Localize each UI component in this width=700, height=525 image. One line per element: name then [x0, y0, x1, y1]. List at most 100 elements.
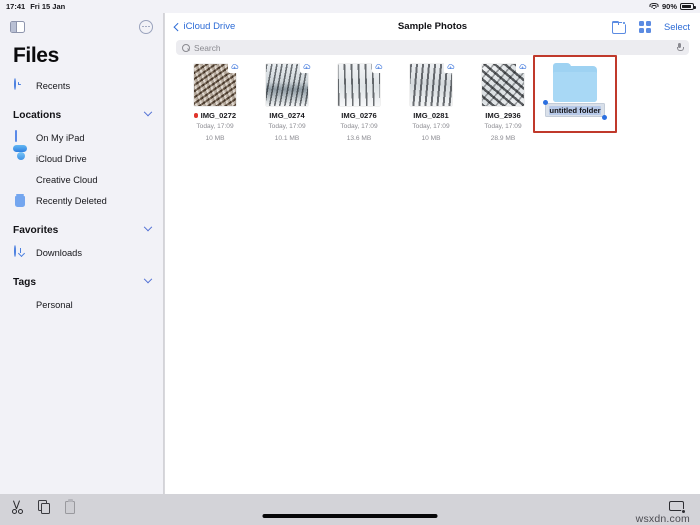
file-name-row: IMG_0272 — [179, 111, 251, 120]
page-title: Files — [13, 44, 59, 67]
chevron-down-icon[interactable] — [143, 274, 153, 284]
file-thumbnail — [266, 61, 312, 106]
more-options-icon[interactable] — [139, 19, 153, 34]
file-item[interactable]: IMG_0276 Today, 17:09 13.6 MB — [323, 61, 395, 143]
status-bar: 17:41 Fri 15 Jan 90% — [0, 0, 700, 13]
file-date: Today, 17:09 — [268, 123, 306, 130]
cut-icon[interactable] — [10, 500, 24, 514]
navigation-actions: Select — [611, 20, 690, 34]
sidebar-item-on-my-ipad[interactable]: On My iPad — [10, 127, 153, 148]
copy-icon[interactable] — [38, 500, 51, 514]
search-input[interactable]: Search — [176, 40, 689, 55]
battery-icon — [680, 3, 696, 10]
back-button-label: iCloud Drive — [183, 21, 236, 32]
chevron-down-icon[interactable] — [143, 107, 153, 117]
keyboard-dismiss-icon[interactable] — [669, 501, 686, 514]
icloud-download-icon — [300, 61, 312, 73]
creative-cloud-icon — [13, 173, 27, 187]
file-name-row: IMG_0274 — [251, 111, 323, 120]
sidebar: Files Recents Locations On My iPad iClou… — [0, 13, 164, 494]
ipad-screen: 17:41 Fri 15 Jan 90% Files Recents Locat… — [0, 0, 700, 525]
sidebar-item-personal-tag[interactable]: Personal — [10, 294, 153, 315]
bottom-toolbar: wsxdn.com — [0, 494, 700, 525]
microphone-icon[interactable] — [676, 42, 685, 53]
home-indicator[interactable] — [262, 514, 438, 518]
paste-icon — [65, 499, 76, 514]
sidebar-toggle-icon[interactable] — [10, 20, 25, 33]
file-size: 13.6 MB — [346, 134, 372, 142]
sidebar-item-label: On My iPad — [36, 132, 85, 143]
wifi-icon — [649, 3, 659, 10]
search-placeholder: Search — [194, 42, 221, 53]
file-size: 28.9 MB — [490, 134, 516, 142]
main-content: iCloud Drive Sample Photos Select Search — [165, 13, 700, 494]
file-name: IMG_2936 — [485, 111, 521, 120]
file-name: IMG_0276 — [341, 111, 377, 120]
sidebar-item-label: iCloud Drive — [36, 153, 87, 164]
file-thumbnail — [410, 61, 456, 106]
status-bar-right: 90% — [649, 2, 696, 11]
file-thumbnail — [482, 61, 528, 106]
file-date: Today, 17:09 — [340, 123, 378, 130]
sidebar-item-label: Creative Cloud — [36, 174, 98, 185]
file-thumbnail — [194, 61, 240, 106]
file-grid: IMG_0272 Today, 17:09 10 MB IMG_0274 Tod… — [165, 55, 700, 143]
navigation-bar: iCloud Drive Sample Photos Select — [165, 13, 700, 40]
edit-actions — [10, 499, 76, 514]
status-date: Fri 15 Jan — [30, 2, 66, 11]
sidebar-item-creative-cloud[interactable]: Creative Cloud — [10, 169, 153, 190]
file-name: IMG_0281 — [413, 111, 449, 120]
sidebar-section-title: Locations — [13, 109, 62, 121]
folder-name-input[interactable]: untitled folder — [542, 99, 608, 121]
ipad-icon — [13, 129, 27, 145]
search-icon — [182, 43, 190, 52]
file-name-row: IMG_0276 — [323, 111, 395, 120]
file-item[interactable]: IMG_0272 Today, 17:09 10 MB — [179, 61, 251, 143]
sidebar-section-title: Tags — [13, 276, 37, 288]
file-name: IMG_0274 — [269, 111, 305, 120]
file-item[interactable]: IMG_0281 Today, 17:09 10 MB — [395, 61, 467, 143]
sidebar-item-label: Recently Deleted — [36, 195, 107, 206]
file-date: Today, 17:09 — [196, 123, 234, 130]
trash-icon — [13, 194, 27, 208]
clock-icon — [13, 77, 27, 93]
sidebar-section-tags[interactable]: Tags — [10, 270, 153, 294]
file-thumbnail — [338, 61, 384, 106]
file-date: Today, 17:09 — [484, 123, 522, 130]
sidebar-item-icloud-drive[interactable]: iCloud Drive — [10, 148, 153, 169]
selection-handle-start[interactable] — [542, 99, 549, 106]
icloud-download-icon — [372, 61, 384, 73]
sidebar-item-recents[interactable]: Recents — [10, 75, 153, 96]
new-folder-item[interactable]: untitled folder — [533, 55, 617, 143]
file-date: Today, 17:09 — [412, 123, 450, 130]
sidebar-section-locations[interactable]: Locations — [10, 103, 153, 127]
new-folder-icon[interactable] — [611, 20, 627, 34]
download-circle-icon — [13, 244, 27, 260]
folder-rename-row: untitled folder — [539, 99, 611, 121]
chevron-down-icon[interactable] — [143, 222, 153, 232]
file-name-row: IMG_0281 — [395, 111, 467, 120]
sidebar-item-label: Downloads — [36, 247, 82, 258]
sidebar-item-downloads[interactable]: Downloads — [10, 242, 153, 263]
sidebar-item-label: Recents — [36, 80, 71, 91]
file-name: IMG_0272 — [200, 111, 237, 120]
sidebar-section-favorites[interactable]: Favorites — [10, 218, 153, 242]
folder-name-value: untitled folder — [548, 105, 602, 115]
select-button[interactable]: Select — [664, 21, 690, 32]
file-name-row: IMG_2936 — [467, 111, 539, 120]
sidebar-item-recently-deleted[interactable]: Recently Deleted — [10, 190, 153, 211]
sidebar-item-label: Personal — [36, 299, 73, 310]
watermark: wsxdn.com — [635, 513, 690, 525]
back-button[interactable]: iCloud Drive — [173, 21, 236, 32]
sidebar-section-title: Favorites — [13, 224, 59, 236]
file-item[interactable]: IMG_0274 Today, 17:09 10.1 MB — [251, 61, 323, 143]
tag-dot-icon — [13, 298, 27, 312]
selection-handle-end[interactable] — [601, 114, 608, 121]
battery-percent-label: 90% — [661, 2, 677, 11]
folder-icon — [553, 62, 597, 102]
icloud-icon — [13, 152, 27, 166]
file-size: 10.1 MB — [274, 134, 300, 142]
file-item[interactable]: IMG_2936 Today, 17:09 28.9 MB — [467, 61, 539, 143]
grid-view-icon[interactable] — [638, 20, 651, 33]
icloud-download-icon — [444, 61, 456, 73]
